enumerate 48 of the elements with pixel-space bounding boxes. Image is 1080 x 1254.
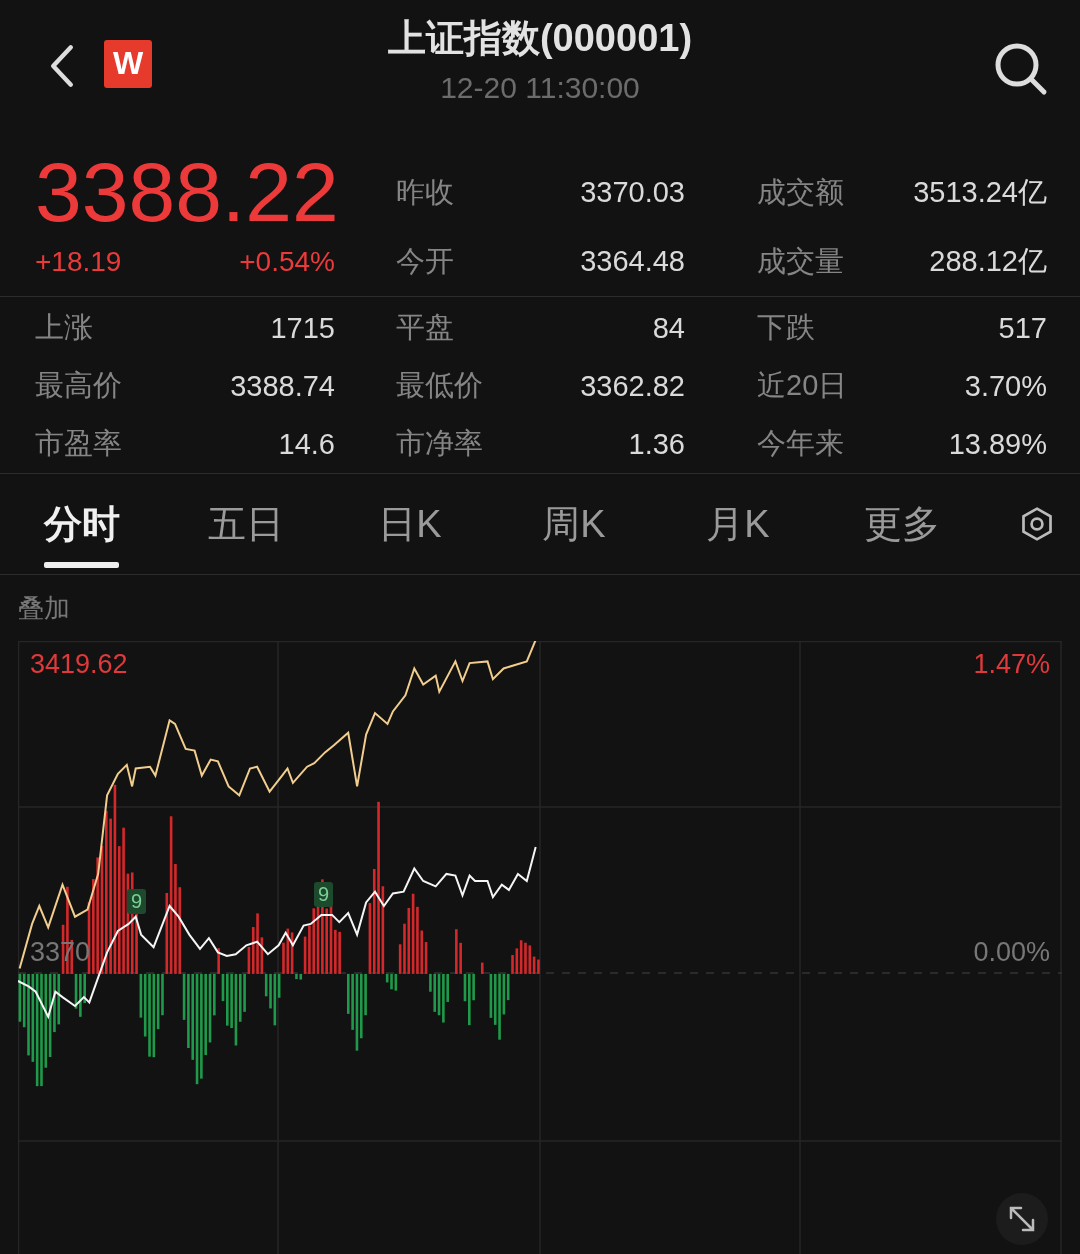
stat-value: 13.89%	[948, 427, 1047, 461]
price-change: +18.19	[35, 245, 122, 278]
axis-label: 0.00%	[973, 936, 1050, 968]
axis-label: 1.47%	[973, 648, 1050, 680]
stat-value: 84	[652, 311, 685, 345]
chart-tab[interactable]: 周K	[492, 474, 656, 574]
stat-label: 成交额	[757, 174, 844, 210]
stat-value: 1.36	[628, 427, 685, 461]
stat-value: 3362.82	[580, 369, 685, 403]
expand-icon	[1007, 1204, 1037, 1234]
chart-tab[interactable]: 五日	[164, 474, 328, 574]
stat-label: 昨收	[396, 174, 454, 210]
chart-tab[interactable]: 分时	[0, 474, 164, 574]
overlay-button[interactable]: 叠加	[18, 575, 70, 641]
stat-value: 3388.74	[230, 369, 335, 403]
stat-value: 517	[998, 311, 1047, 345]
stat-value: 14.6	[278, 427, 335, 461]
stat-label: 最低价	[396, 368, 483, 403]
logo-icon: W	[104, 40, 152, 88]
signal-marker: 9	[127, 889, 147, 914]
signal-marker: 9	[314, 882, 334, 907]
stat-label: 市净率	[396, 426, 483, 461]
window-title: 上证指数(000001)	[387, 16, 693, 61]
price-change-percent: +0.54%	[239, 245, 335, 278]
stat-label: 上涨	[35, 310, 93, 345]
expand-button[interactable]	[996, 1193, 1048, 1245]
stat-value: 288.12亿	[929, 243, 1047, 279]
timestamp: 12-20 11:30:00	[440, 70, 640, 106]
stat-label: 今开	[396, 243, 454, 279]
stat-label: 下跌	[757, 310, 815, 345]
stat-value: 3370.03	[580, 176, 685, 209]
chart-tab[interactable]: 更多	[820, 474, 984, 574]
stat-value: 1715	[270, 311, 335, 345]
chart-tab[interactable]: 月K	[656, 474, 820, 574]
stat-label: 平盘	[396, 310, 454, 345]
stat-value: 3513.24亿	[913, 174, 1047, 210]
stat-label: 市盈率	[35, 426, 122, 461]
stat-value: 3.70%	[964, 369, 1047, 403]
stat-label: 成交量	[757, 243, 844, 279]
axis-label: 3419.62	[30, 648, 128, 680]
stat-value: 3364.48	[580, 245, 685, 278]
stat-label: 近20日	[757, 368, 848, 403]
back-icon[interactable]	[48, 44, 76, 88]
stat-label: 今年来	[757, 426, 844, 461]
settings-icon[interactable]	[1019, 506, 1055, 542]
index-price: 3388.22	[35, 158, 335, 227]
chart-tab[interactable]: 日K	[328, 474, 492, 574]
stat-label: 最高价	[35, 368, 122, 403]
